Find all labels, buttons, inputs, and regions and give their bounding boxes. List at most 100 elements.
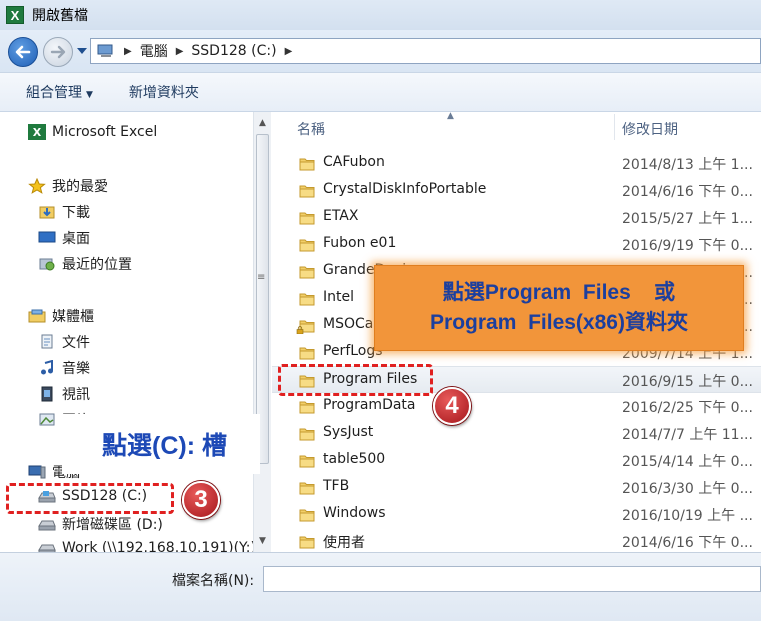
step-3-marker: 3 xyxy=(182,481,220,519)
desktop-icon xyxy=(38,231,56,243)
select-c-drive-label: 點選(C): 槽 xyxy=(62,414,260,474)
recent-places-icon xyxy=(39,258,55,271)
file-name: TFB xyxy=(323,478,350,494)
step-4-marker: 4 xyxy=(433,387,471,425)
file-name: CrystalDiskInfoPortable xyxy=(323,181,487,197)
file-date: 2014/6/16 下午 0... xyxy=(622,184,753,200)
address-bar[interactable]: ▶ 電腦 ▶ SSD128 (C:) ▶ xyxy=(90,38,761,64)
video-icon xyxy=(41,386,53,402)
folder-icon xyxy=(299,455,315,468)
filename-label: 檔案名稱(N): xyxy=(172,573,255,589)
column-name-header[interactable]: 名稱 xyxy=(297,119,325,139)
file-row[interactable]: CrystalDiskInfoPortable 2014/6/16 下午 0... xyxy=(272,177,761,204)
callout-line-1: 點選Program Files 或 xyxy=(442,281,676,304)
organize-button[interactable]: 組合管理 ▼ xyxy=(26,82,93,102)
star-icon xyxy=(28,178,46,194)
network-drive-icon xyxy=(38,544,56,552)
file-row[interactable]: ProgramData 2016/2/25 下午 0... xyxy=(272,393,761,420)
folder-icon xyxy=(299,509,315,522)
nav-pane-scrollbar[interactable]: ▲ ≡ ▼ xyxy=(253,112,271,552)
folder-icon xyxy=(299,266,315,279)
nav-item-recent[interactable]: 最近的位置 xyxy=(38,254,132,274)
file-date: 2014/7/7 上午 11... xyxy=(622,427,753,443)
nav-item-drive-d[interactable]: 新增磁碟區 (D:) xyxy=(38,514,163,534)
chevron-right-icon[interactable]: ▶ xyxy=(124,46,132,57)
column-date-header[interactable]: 修改日期 xyxy=(622,119,678,139)
command-bar: 組合管理 ▼ 新增資料夾 xyxy=(0,72,761,112)
file-date: 2014/6/16 下午 0... xyxy=(622,535,753,551)
folder-icon xyxy=(299,239,315,252)
file-row[interactable]: ETAX 2015/5/27 上午 1... xyxy=(272,204,761,231)
nav-item-documents[interactable]: 文件 xyxy=(38,332,90,352)
folder-icon xyxy=(299,401,315,414)
program-files-highlight xyxy=(278,364,433,396)
column-divider[interactable] xyxy=(614,114,615,140)
drive-icon xyxy=(38,520,56,531)
title-bar: X 開啟舊檔 xyxy=(0,0,761,30)
documents-icon xyxy=(41,334,53,349)
forward-button[interactable] xyxy=(43,37,73,67)
back-button[interactable] xyxy=(8,37,38,67)
file-row[interactable]: 使用者 2014/6/16 下午 0... xyxy=(272,528,761,552)
file-row[interactable]: Fubon e01 2016/9/19 下午 0... xyxy=(272,231,761,258)
nav-item-desktop[interactable]: 桌面 xyxy=(38,228,90,248)
excel-icon: X xyxy=(6,6,24,24)
file-name: ProgramData xyxy=(323,397,416,413)
nav-item-excel[interactable]: X Microsoft Excel xyxy=(28,124,157,140)
scroll-up-icon[interactable]: ▲ xyxy=(259,118,266,128)
recent-pages-dropdown[interactable] xyxy=(77,48,87,54)
file-row[interactable]: SysJust 2014/7/7 上午 11... xyxy=(272,420,761,447)
scroll-down-icon[interactable]: ▼ xyxy=(259,536,266,546)
nav-item-videos[interactable]: 視訊 xyxy=(38,384,90,404)
file-name: SysJust xyxy=(323,424,374,440)
new-folder-button[interactable]: 新增資料夾 xyxy=(129,82,199,102)
music-icon xyxy=(41,360,53,375)
file-date: 2016/3/30 上午 0... xyxy=(622,481,753,497)
nav-item-favorites[interactable]: 我的最愛 xyxy=(28,176,108,196)
file-date: 2014/8/13 上午 1... xyxy=(622,157,753,173)
column-header: 名稱 ▲ 修改日期 xyxy=(272,112,761,142)
address-row: ▶ 電腦 ▶ SSD128 (C:) ▶ xyxy=(0,30,761,72)
computer-icon xyxy=(97,44,113,57)
callout-line-2: Program Files(x86)資料夾 xyxy=(430,311,688,334)
breadcrumb-computer[interactable]: 電腦 xyxy=(140,41,168,61)
nav-item-network-drive[interactable]: Work (\\192.168.10.191)(Y:) xyxy=(38,540,253,552)
window-title: 開啟舊檔 xyxy=(32,8,88,24)
nav-item-downloads[interactable]: 下載 xyxy=(38,202,90,222)
file-row[interactable]: table500 2015/4/14 上午 0... xyxy=(272,447,761,474)
sort-ascending-icon: ▲ xyxy=(447,112,454,121)
download-icon xyxy=(39,206,55,219)
file-date: 2016/9/19 下午 0... xyxy=(622,238,753,254)
file-row[interactable]: Windows 2016/10/19 上午 ... xyxy=(272,501,761,528)
filename-input[interactable] xyxy=(263,566,761,592)
file-name: CAFubon xyxy=(323,154,385,170)
file-date: 2016/9/15 上午 0... xyxy=(622,374,753,390)
folder-icon xyxy=(299,212,315,225)
pictures-icon xyxy=(39,413,55,426)
file-date: 2016/2/25 下午 0... xyxy=(622,400,753,416)
file-date: 2016/10/19 上午 ... xyxy=(622,508,753,524)
excel-icon: X xyxy=(28,124,46,140)
folder-icon xyxy=(299,185,315,198)
folder-icon xyxy=(299,293,315,306)
folder-icon xyxy=(299,428,315,441)
chevron-right-icon[interactable]: ▶ xyxy=(285,46,293,57)
folder-icon xyxy=(299,536,315,549)
folder-icon xyxy=(299,347,315,360)
file-row[interactable]: CAFubon 2014/8/13 上午 1... xyxy=(272,150,761,177)
file-name: Intel xyxy=(323,289,354,305)
library-icon xyxy=(28,309,46,323)
file-row[interactable]: TFB 2016/3/30 上午 0... xyxy=(272,474,761,501)
file-name: Fubon e01 xyxy=(323,235,397,251)
nav-item-music[interactable]: 音樂 xyxy=(38,358,90,378)
computer-icon xyxy=(28,465,46,479)
nav-item-libraries[interactable]: 媒體櫃 xyxy=(28,306,94,326)
file-name: table500 xyxy=(323,451,386,467)
folder-icon xyxy=(299,482,315,495)
lock-icon xyxy=(296,326,304,334)
file-date: 2015/5/27 上午 1... xyxy=(622,211,753,227)
arrow-right-icon xyxy=(50,45,66,59)
breadcrumb-drive[interactable]: SSD128 (C:) xyxy=(191,43,276,59)
caret-down-icon: ▼ xyxy=(86,90,93,100)
chevron-right-icon[interactable]: ▶ xyxy=(176,46,184,57)
